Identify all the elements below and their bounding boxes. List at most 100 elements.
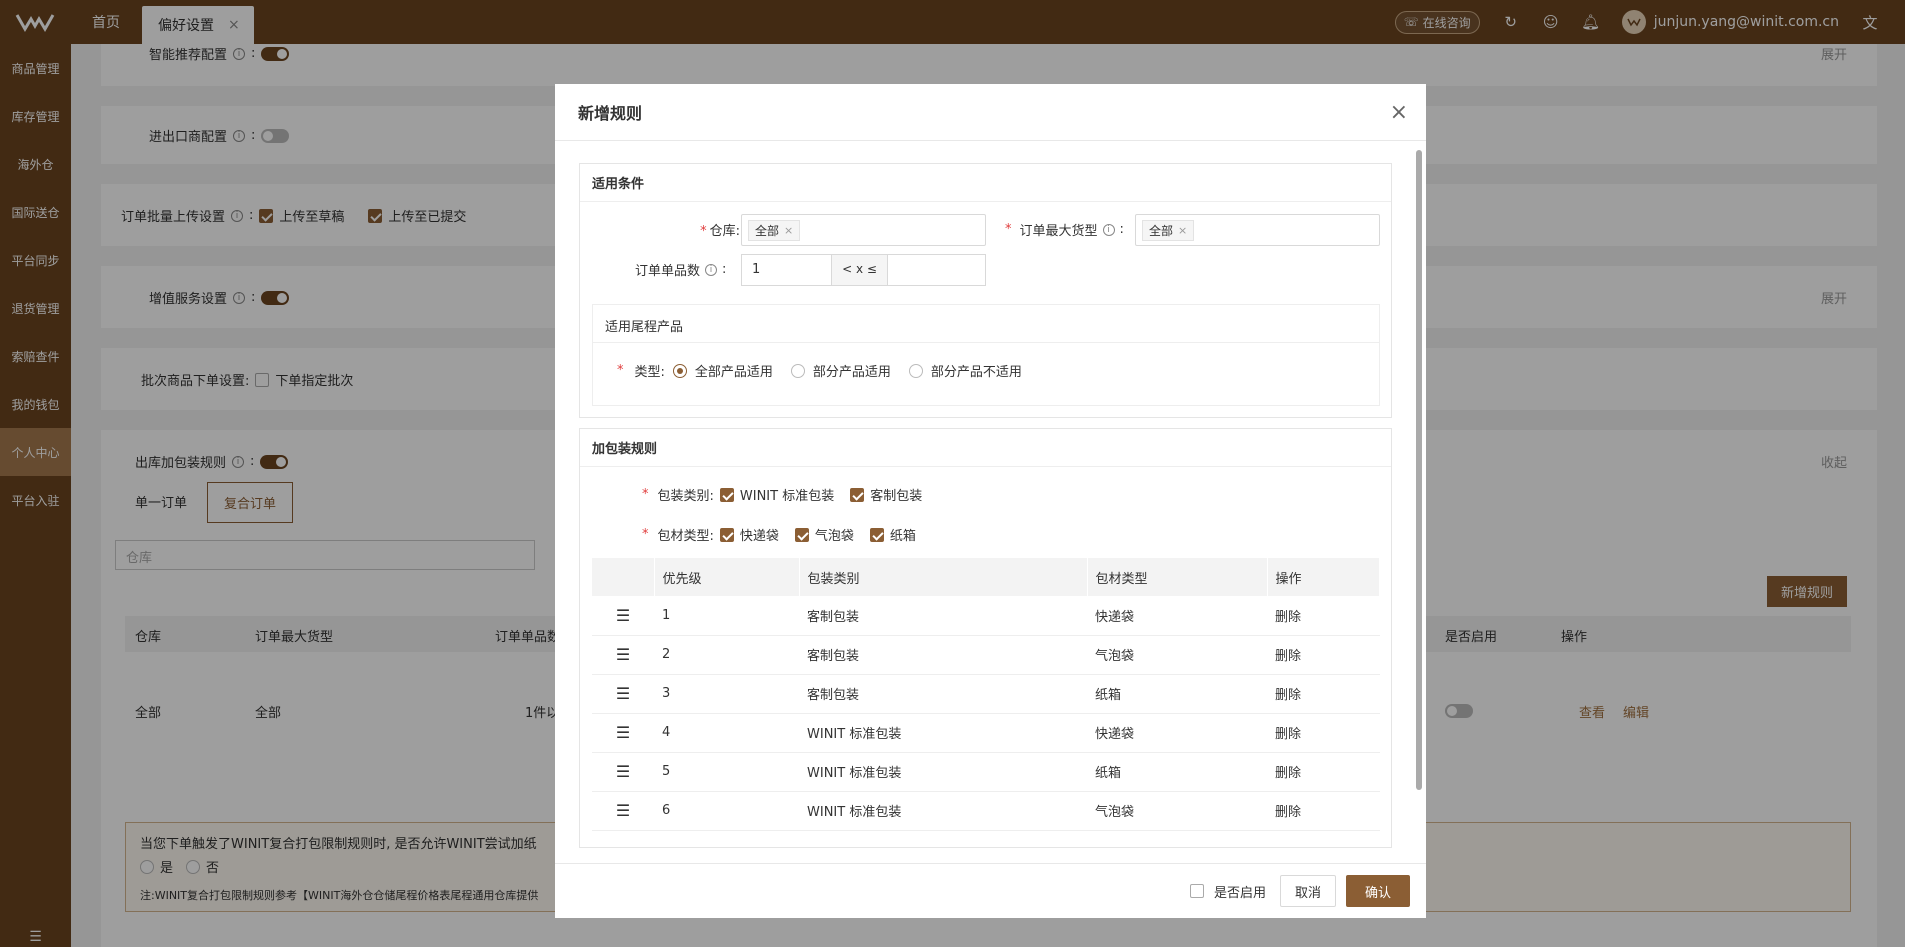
qty-min-input[interactable]: 1 [742, 255, 832, 285]
drag-handle-icon[interactable]: ☰ [592, 713, 654, 753]
category-cell: WINIT 标准包装 [799, 791, 1087, 831]
express-bag-label[interactable]: 快递袋 [740, 525, 779, 544]
category-cell: 客制包装 [799, 635, 1087, 675]
packaging-priority-table: 优先级 包装类别 包材类型 操作 ☰ 1 客制包装 快递袋 删除 ☰ 2 客制包… [592, 558, 1380, 831]
col-action: 操作 [1267, 558, 1380, 596]
all-products-radio[interactable] [672, 363, 687, 378]
table-row: ☰ 1 客制包装 快递袋 删除 [592, 596, 1380, 636]
carton-checkbox[interactable] [869, 527, 884, 542]
material-cell: 纸箱 [1087, 674, 1267, 714]
table-row: ☰ 5 WINIT 标准包装 纸箱 删除 [592, 752, 1380, 792]
tag-close-icon[interactable]: × [784, 224, 793, 237]
some-products-radio[interactable] [790, 363, 805, 378]
info-icon[interactable]: i [1102, 223, 1115, 236]
table-row: ☰ 3 客制包装 纸箱 删除 [592, 674, 1380, 714]
warehouse-label-text: 仓库: [709, 224, 740, 239]
delete-link[interactable]: 删除 [1267, 713, 1380, 753]
max-type-select[interactable]: 全部 × [1135, 214, 1380, 246]
table-row: ☰ 2 客制包装 气泡袋 删除 [592, 635, 1380, 675]
priority-cell: 3 [654, 674, 799, 714]
warehouse-label: * 仓库: [700, 224, 740, 239]
priority-cell: 5 [654, 752, 799, 792]
warehouse-select[interactable]: 全部 × [741, 214, 986, 246]
dialog-scrollbar[interactable] [1416, 150, 1422, 790]
col-material: 包材类型 [1087, 558, 1268, 596]
category-cell: WINIT 标准包装 [799, 713, 1087, 753]
delete-link[interactable]: 删除 [1267, 791, 1380, 831]
tail-product-box: 适用尾程产品 * 类型: 全部产品适用 部分产品适用 部分产品不适用 [592, 304, 1380, 406]
custom-package-label[interactable]: 客制包装 [870, 485, 922, 504]
qty-range-input: 1 < x ≤ [741, 254, 986, 286]
packaging-section: 加包装规则 * 包装类别: WINIT 标准包装 客制包装 * 包材类型: 快递袋 … [579, 428, 1392, 848]
bubble-bag-label[interactable]: 气泡袋 [815, 525, 854, 544]
bubble-bag-checkbox[interactable] [794, 527, 809, 542]
drag-handle-icon[interactable]: ☰ [592, 596, 654, 636]
drag-handle-icon[interactable]: ☰ [592, 635, 654, 675]
priority-cell: 2 [654, 635, 799, 675]
some-products-excluded-label[interactable]: 部分产品不适用 [931, 361, 1022, 380]
dialog-footer: 是否启用 取消 确认 [555, 863, 1426, 918]
qty-operator: < x ≤ [832, 255, 888, 285]
warehouse-tag: 全部 × [748, 219, 801, 241]
qty-label-text: 订单单品数 [635, 264, 701, 279]
close-icon[interactable]: × [1390, 100, 1408, 125]
conditions-title: 适用条件 [580, 164, 1391, 202]
category-cell: 客制包装 [799, 674, 1087, 714]
max-type-label-text: 订单最大货型 [1019, 224, 1098, 239]
material-cell: 纸箱 [1087, 752, 1267, 792]
max-type-tag: 全部 × [1142, 219, 1195, 241]
conditions-section: 适用条件 * 仓库: 全部 × * 订单最大货型 i: 全部 × 订单单品数 i… [579, 163, 1392, 418]
qty-label: 订单单品数 i: [635, 262, 727, 279]
drag-handle-icon[interactable]: ☰ [592, 791, 654, 831]
priority-cell: 4 [654, 713, 799, 753]
priority-cell: 1 [654, 596, 799, 636]
tail-type-row: * 类型: 全部产品适用 部分产品适用 部分产品不适用 [617, 361, 1022, 380]
col-priority: 优先级 [654, 558, 800, 596]
priority-cell: 6 [654, 791, 799, 831]
tail-product-title: 适用尾程产品 [593, 305, 1379, 343]
col-category: 包装类别 [799, 558, 1088, 596]
col-drag [592, 558, 655, 596]
enable-label[interactable]: 是否启用 [1214, 882, 1266, 901]
dialog-body: 适用条件 * 仓库: 全部 × * 订单最大货型 i: 全部 × 订单单品数 i… [555, 141, 1426, 863]
drag-handle-icon[interactable]: ☰ [592, 752, 654, 792]
winit-standard-label[interactable]: WINIT 标准包装 [740, 485, 834, 504]
tag-close-icon[interactable]: × [1178, 224, 1187, 237]
tail-type-label: 类型: [634, 365, 665, 380]
warehouse-tag-label: 全部 [755, 223, 780, 238]
some-products-label[interactable]: 部分产品适用 [813, 361, 891, 380]
material-cell: 气泡袋 [1087, 635, 1267, 675]
category-cell: 客制包装 [799, 596, 1087, 636]
drag-handle-icon[interactable]: ☰ [592, 674, 654, 714]
dialog-title: 新增规则 [555, 84, 1426, 141]
category-cell: WINIT 标准包装 [799, 752, 1087, 792]
cancel-button[interactable]: 取消 [1279, 875, 1336, 907]
delete-link[interactable]: 删除 [1267, 596, 1380, 636]
express-bag-checkbox[interactable] [719, 527, 734, 542]
new-rule-dialog: 新增规则 × 适用条件 * 仓库: 全部 × * 订单最大货型 i: 全部 × … [555, 84, 1426, 918]
table-row: ☰ 6 WINIT 标准包装 气泡袋 删除 [592, 791, 1380, 831]
table-header-row: 优先级 包装类别 包材类型 操作 [592, 558, 1380, 596]
material-cell: 快递袋 [1087, 596, 1267, 636]
carton-label[interactable]: 纸箱 [890, 525, 916, 544]
package-category-row: * 包装类别: WINIT 标准包装 客制包装 [642, 485, 923, 504]
confirm-button[interactable]: 确认 [1345, 875, 1410, 907]
material-type-row: * 包材类型: 快递袋 气泡袋 纸箱 [642, 525, 916, 544]
custom-package-checkbox[interactable] [850, 487, 865, 502]
info-icon[interactable]: i [705, 263, 718, 276]
qty-max-input[interactable] [888, 255, 985, 285]
delete-link[interactable]: 删除 [1267, 752, 1380, 792]
material-type-label: 包材类型: [657, 529, 714, 544]
max-type-label: * 订单最大货型 i: [1005, 222, 1124, 239]
all-products-label[interactable]: 全部产品适用 [695, 361, 773, 380]
delete-link[interactable]: 删除 [1267, 674, 1380, 714]
winit-standard-checkbox[interactable] [719, 487, 734, 502]
some-products-excluded-radio[interactable] [908, 363, 923, 378]
package-category-label: 包装类别: [657, 489, 714, 504]
delete-link[interactable]: 删除 [1267, 635, 1380, 675]
material-cell: 气泡袋 [1087, 791, 1267, 831]
packaging-title: 加包装规则 [580, 429, 1391, 467]
enable-checkbox[interactable] [1189, 884, 1204, 898]
table-row: ☰ 4 WINIT 标准包装 快递袋 删除 [592, 713, 1380, 753]
material-cell: 快递袋 [1087, 713, 1267, 753]
